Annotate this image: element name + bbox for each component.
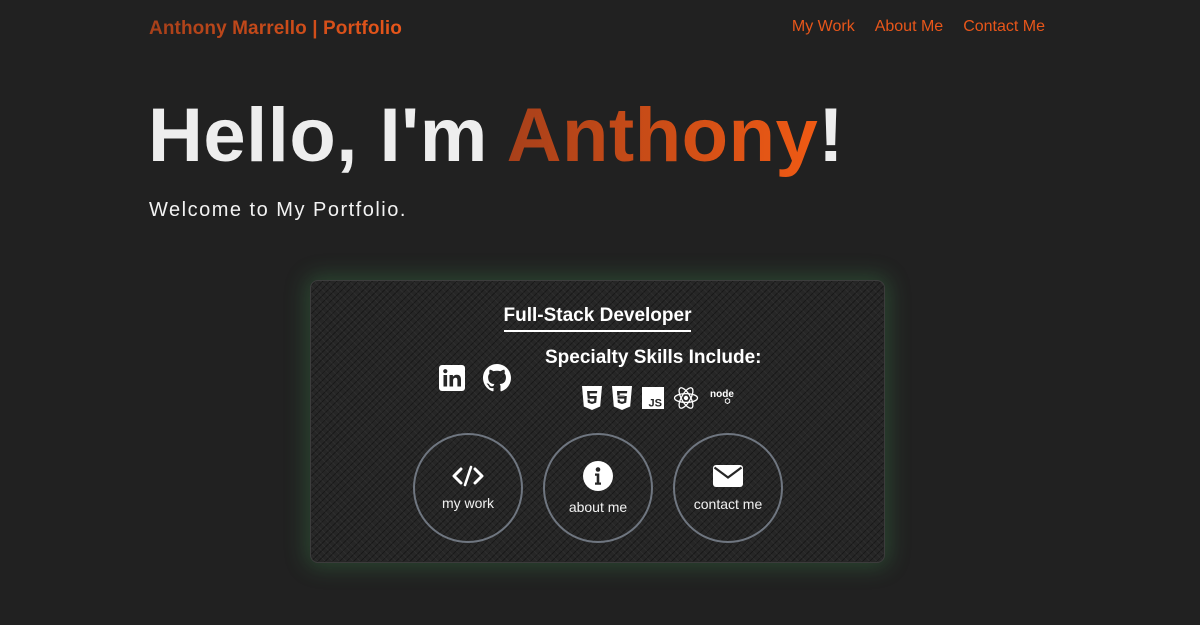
javascript-icon: JS [642,387,664,410]
card-title: Full-Stack Developer [503,305,692,332]
nav-about-me[interactable]: About Me [875,18,943,36]
card-title-wrap: Full-Stack Developer [311,305,884,332]
linkedin-icon[interactable] [438,364,466,392]
about-me-label: about me [568,499,628,515]
my-work-label: my work [441,495,495,511]
hero-title: Hello, I'm Anthony! [148,98,844,174]
profile-card: Full-Stack Developer Specialty Skills In… [310,280,885,563]
code-icon [452,465,484,487]
site-brand[interactable]: Anthony Marrello | Portfolio [149,18,402,40]
quick-links: my work about me contact me [413,433,783,543]
nodejs-icon-text: node [710,389,734,400]
css3-icon [612,386,632,410]
hero-greeting: Hello, I'm [148,93,507,178]
main-nav: My Work About Me Contact Me [792,18,1045,36]
hero-exclamation: ! [818,93,845,178]
envelope-icon [713,465,743,487]
javascript-icon-text: JS [649,398,662,410]
skills-heading: Specialty Skills Include: [545,347,762,368]
about-me-button[interactable]: about me [543,433,653,543]
skill-icons: JS node [581,386,737,410]
html5-icon [582,386,602,410]
nav-contact-me[interactable]: Contact Me [963,18,1045,36]
hero-subtitle: Welcome to My Portfolio. [149,199,407,221]
my-work-button[interactable]: my work [413,433,523,543]
portfolio-page: Anthony Marrello | Portfolio My Work Abo… [0,0,1200,625]
contact-me-button[interactable]: contact me [673,433,783,543]
info-icon [583,461,613,491]
nodejs-icon: node [710,389,734,405]
github-icon[interactable] [483,364,511,392]
social-links [438,364,511,392]
contact-me-label: contact me [693,496,763,512]
react-icon [673,387,699,409]
nav-my-work[interactable]: My Work [792,18,855,36]
hero-name: Anthony [506,93,819,178]
